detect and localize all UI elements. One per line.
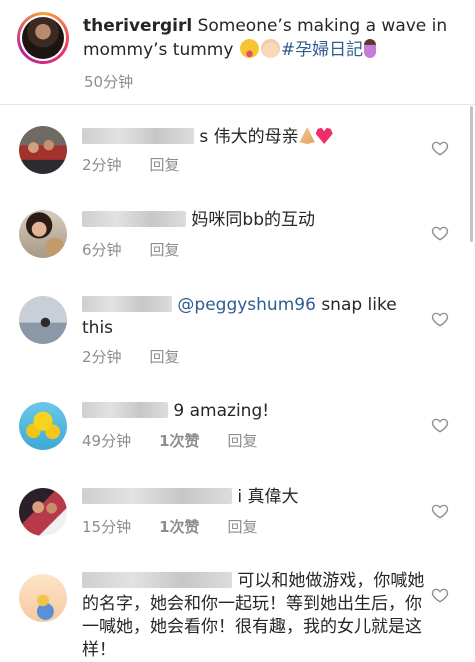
reply-button[interactable]: 回复 [150,346,180,367]
scrollbar[interactable] [470,106,473,242]
like-heart-icon[interactable] [431,224,449,242]
reply-button[interactable]: 回复 [228,430,258,451]
author-avatar-image [22,17,64,59]
comment-meta: 6分钟 回复 [82,239,208,260]
reply-button[interactable]: 回复 [228,516,258,537]
likes-count[interactable]: 1次赞 [159,516,199,537]
author-avatar [20,15,66,61]
blurred-username[interactable] [82,296,172,312]
like-heart-icon[interactable] [431,139,449,157]
likes-count[interactable]: 1次赞 [159,430,199,451]
comment-text: s 伟大的母亲 [82,126,422,149]
commenter-avatar[interactable] [19,296,67,344]
baby-emoji-icon [260,39,280,58]
comment-body: 妈咪同bb的互动 [191,210,315,230]
comment-text: 妈咪同bb的互动 [82,209,422,232]
commenter-avatar[interactable] [19,210,67,258]
comment-timestamp: 6分钟 [82,241,122,259]
blurred-username[interactable] [82,211,186,227]
caption-username[interactable]: therivergirl [83,16,192,36]
comment-meta: 15分钟 1次赞 回复 [82,516,286,537]
caption-timestamp: 50分钟 [84,73,134,91]
like-heart-icon[interactable] [431,416,449,434]
comment-meta: 2分钟 回复 [82,154,208,175]
author-avatar-story-ring[interactable] [17,12,69,64]
mention-link[interactable]: @peggyshum96 [177,295,316,315]
comment-text: 9 amazing! [82,400,422,423]
reply-button[interactable]: 回复 [150,239,180,260]
like-heart-icon[interactable] [431,502,449,520]
post-caption: therivergirl Someone’s making a wave in … [0,0,475,104]
reply-button[interactable]: 回复 [150,154,180,175]
commenter-avatar[interactable] [19,488,67,536]
squinting-tongue-emoji-icon [239,39,259,58]
pregnant-woman-emoji-icon [364,39,377,58]
comment-meta: 2分钟 回复 [82,346,208,367]
comment-text: 可以和她做游戏，你喊她的名字，她会和你一起玩！等到她出生后，你一喊她，她会看你！… [82,570,427,662]
caption-divider [0,104,475,105]
comment-timestamp: 49分钟 [82,432,132,450]
comment-timestamp: 2分钟 [82,348,122,366]
like-heart-icon[interactable] [431,586,449,604]
commenter-avatar[interactable] [19,126,67,174]
comment-text: i 真偉大 [82,486,422,509]
blurred-username[interactable] [82,402,168,418]
comment-meta: 49分钟 1次赞 回复 [82,430,286,451]
red-heart-emoji-icon [315,127,333,144]
comment-timestamp: 2分钟 [82,156,122,174]
commenter-avatar[interactable] [19,402,67,450]
caption-hashtag[interactable]: #孕婦日記 [281,40,363,60]
blurred-username[interactable] [82,572,232,588]
comment-body: 9 amazing! [173,401,270,421]
caption-text: therivergirl Someone’s making a wave in … [83,14,453,62]
comment-body: s 伟大的母亲 [199,127,299,147]
blurred-username[interactable] [82,488,232,504]
commenter-avatar[interactable] [19,574,67,622]
folded-hands-emoji-icon [299,127,315,144]
comment-body: i 真偉大 [237,487,299,507]
comment-timestamp: 15分钟 [82,518,132,536]
comment-text: @peggyshum96 snap like this [82,294,422,340]
like-heart-icon[interactable] [431,310,449,328]
blurred-username[interactable] [82,128,194,144]
